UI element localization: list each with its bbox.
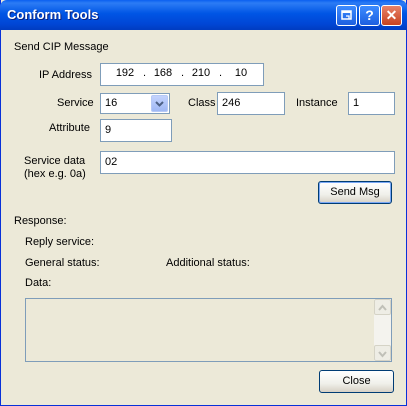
- service-select[interactable]: 16: [100, 93, 170, 114]
- send-msg-button[interactable]: Send Msg: [318, 181, 392, 204]
- response-heading: Response:: [14, 215, 67, 227]
- ip-address-label: IP Address: [39, 69, 92, 81]
- scroll-down-glyph: [378, 351, 387, 358]
- scroll-up-glyph: [378, 304, 387, 311]
- ip-octet-4[interactable]: 10: [227, 67, 255, 79]
- chevron-down-icon[interactable]: [151, 95, 168, 112]
- service-data-input[interactable]: 02: [100, 151, 395, 174]
- restore-glyph: [341, 10, 352, 20]
- class-label: Class: [188, 97, 216, 109]
- additional-status-label: Additional status:: [166, 257, 250, 269]
- ip-dot-1: .: [143, 67, 147, 79]
- attribute-label: Attribute: [49, 122, 90, 134]
- chevron-glyph: [155, 101, 164, 107]
- window-title: Conform Tools: [7, 7, 99, 22]
- ip-address-field[interactable]: 192 . 168 . 210 . 10: [100, 63, 264, 86]
- data-label: Data:: [25, 277, 52, 289]
- ip-octet-2[interactable]: 168: [149, 67, 177, 79]
- attribute-input[interactable]: 9: [100, 119, 172, 142]
- general-status-label: General status:: [25, 257, 100, 269]
- section-heading: Send CIP Message: [14, 41, 109, 53]
- response-data-textarea[interactable]: [25, 298, 392, 362]
- ip-dot-3: .: [219, 67, 223, 79]
- service-data-hint: (hex e.g. 0a): [24, 168, 86, 180]
- close-icon[interactable]: ✕: [381, 5, 402, 26]
- service-data-label: Service data: [24, 155, 86, 167]
- close-button[interactable]: Close: [319, 370, 394, 393]
- service-value: 16: [105, 97, 118, 109]
- ip-octet-3[interactable]: 210: [187, 67, 215, 79]
- instance-label: Instance: [296, 97, 338, 109]
- restore-icon[interactable]: [336, 5, 357, 26]
- scroll-down-icon[interactable]: [374, 345, 391, 361]
- reply-service-label: Reply service:: [25, 236, 95, 248]
- title-bar[interactable]: Conform Tools ? ✕: [0, 0, 407, 30]
- ip-dot-2: .: [181, 67, 185, 79]
- vertical-scrollbar[interactable]: [374, 299, 391, 361]
- conform-tools-window: Conform Tools ? ✕ Send CIP Message IP Ad…: [0, 0, 407, 406]
- class-input[interactable]: 246: [217, 92, 285, 115]
- service-label: Service: [57, 97, 94, 109]
- help-icon[interactable]: ?: [359, 5, 380, 26]
- ip-octet-1[interactable]: 192: [111, 67, 139, 79]
- scroll-up-icon[interactable]: [374, 299, 391, 315]
- instance-input[interactable]: 1: [348, 92, 395, 115]
